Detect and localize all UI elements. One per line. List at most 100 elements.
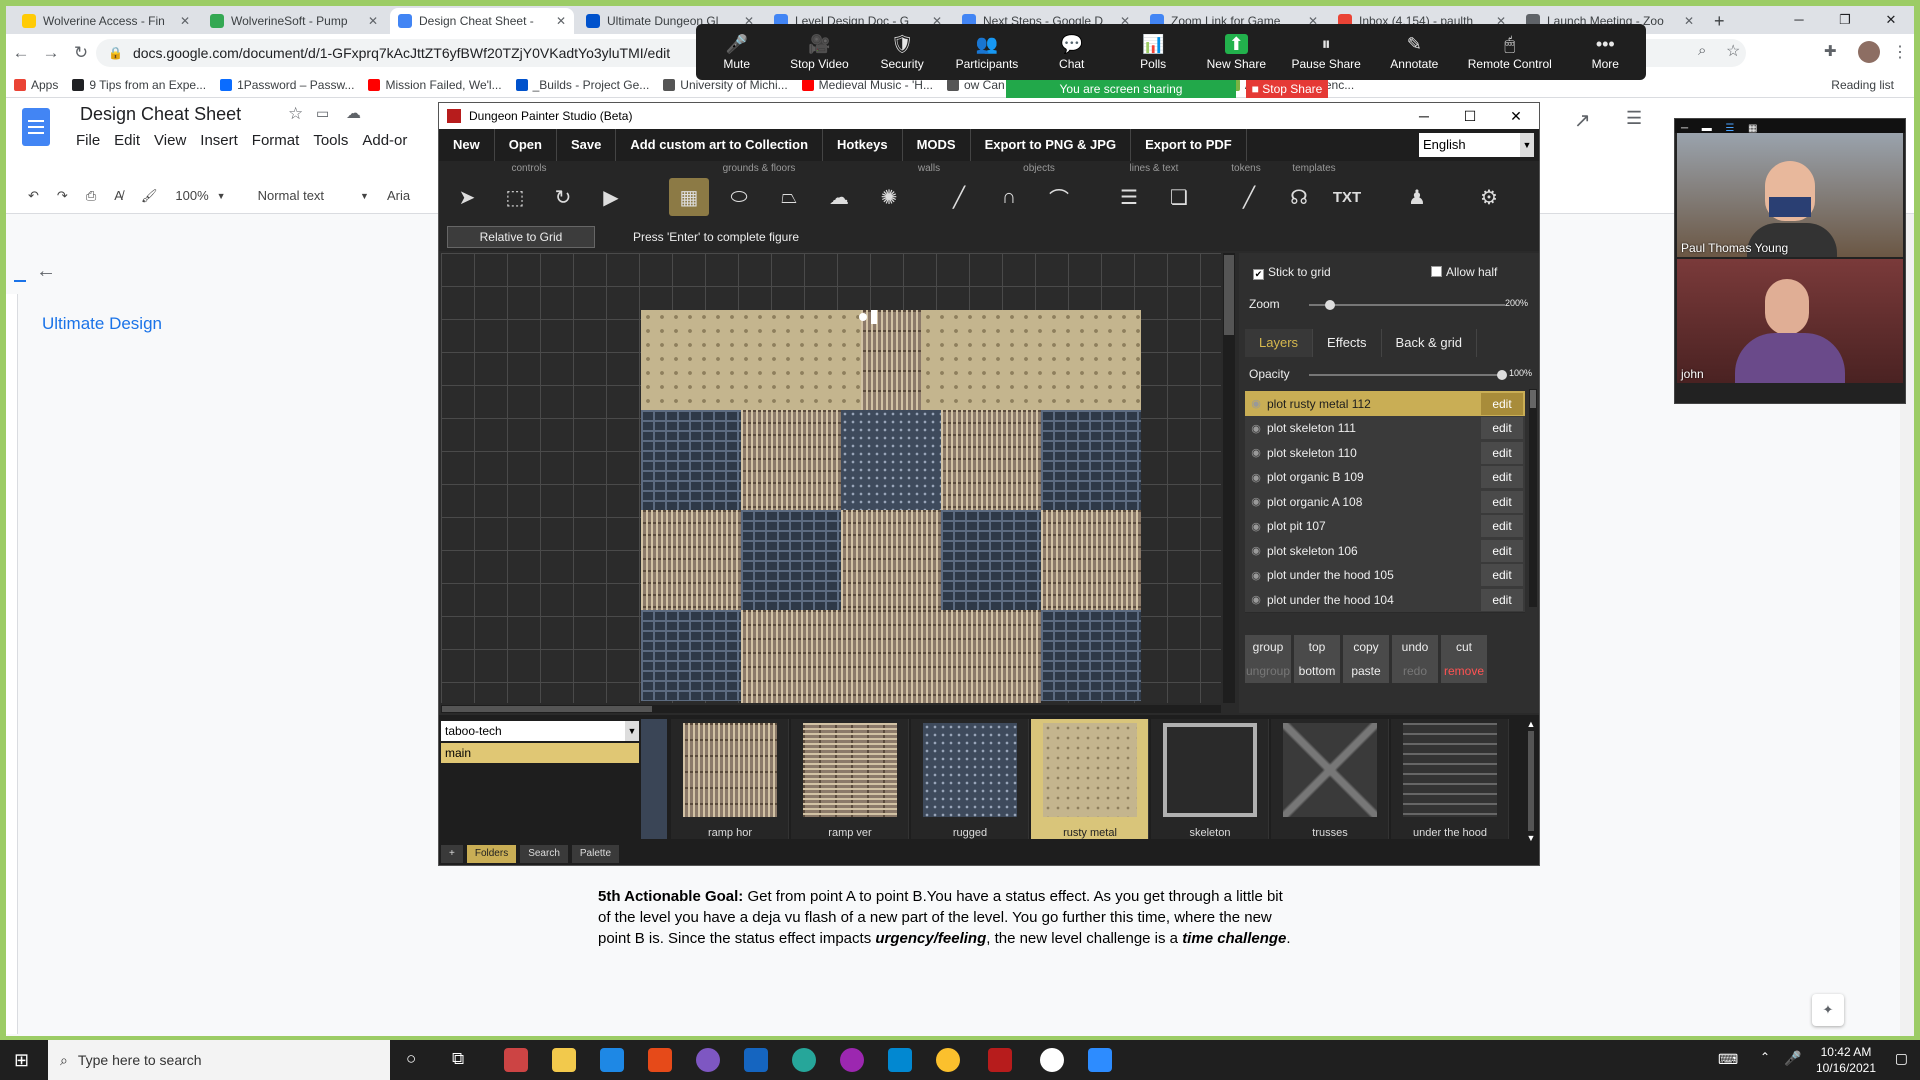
zoom-remote-control-button[interactable]: 🖱 Remote Control [1468,34,1552,71]
library-tab-folders[interactable]: Folders [466,845,517,863]
library-tab-search[interactable]: Search [520,845,568,863]
stop-share-button[interactable]: ■ Stop Share [1246,80,1328,98]
outline-heading[interactable]: Ultimate Design [42,314,162,334]
stack-object-tool-icon[interactable]: ❏ [1159,178,1199,216]
zoom-participants-button[interactable]: 👥 Participants [956,34,1019,71]
docs-menu-insert[interactable]: Insert [200,132,238,149]
docs-menu-file[interactable]: File [76,132,100,149]
straight-wall-tool-icon[interactable]: ╱ [939,178,979,216]
vscode-icon[interactable] [888,1048,912,1072]
rotate-tool-icon[interactable]: ↻ [543,178,583,216]
opacity-slider-knob[interactable] [1497,370,1507,380]
extension-icon[interactable]: ✚ [1824,42,1837,60]
dp-menu-mods[interactable]: MODS [903,129,971,161]
minimize-icon[interactable]: ─ [1776,6,1822,34]
document-title[interactable]: Design Cheat Sheet [80,104,241,125]
zoom-app-icon[interactable] [1088,1048,1112,1072]
scroll-up-icon[interactable]: ▲ [1525,719,1537,729]
reload-icon[interactable]: ↻ [66,43,96,63]
activity-trend-icon[interactable]: ↗ [1574,108,1591,133]
profile-avatar[interactable] [1858,41,1880,63]
folder-item-main[interactable]: main [441,743,639,763]
eye-icon[interactable]: ◉ [1245,593,1267,606]
back-icon[interactable]: ← [6,43,36,63]
star-icon[interactable]: ☆ [1726,41,1740,61]
redo-button[interactable]: redo [1392,659,1438,683]
template-tool-icon[interactable]: ⚙ [1469,178,1509,216]
collection-select[interactable]: taboo-tech ▼ [441,721,639,741]
move-folder-icon[interactable]: ▭ [316,105,329,122]
library-scrollbar[interactable]: ▲ ▼ [1525,719,1537,857]
clock[interactable]: 10:42 AM 10/16/2021 [1816,1044,1876,1076]
docs-logo-icon[interactable] [22,108,50,146]
ungroup-button[interactable]: ungroup [1245,659,1291,683]
close-tab-icon[interactable]: ✕ [180,14,190,28]
zoom-security-button[interactable]: 🛡 Security [874,34,930,71]
dungeon-painter-taskbar-icon[interactable] [988,1048,1012,1072]
layer-edit-button[interactable]: edit [1481,515,1523,537]
tile-rusty-metal[interactable]: rusty metal [1031,719,1149,839]
file-explorer-icon[interactable] [552,1048,576,1072]
close-tab-icon[interactable]: ✕ [1684,14,1694,28]
organic-floor-tool-icon[interactable]: ✺ [869,178,909,216]
relative-to-grid-button[interactable]: Relative to Grid [447,226,595,248]
new-tab-button[interactable]: + [1706,8,1733,34]
layer-row[interactable]: ◉ plot skeleton 111 edit [1245,415,1525,442]
eye-icon[interactable]: ◉ [1245,544,1267,557]
pointer-tool-icon[interactable]: ➤ [447,178,487,216]
layer-row[interactable]: ◉ plot rusty metal 112 edit [1245,391,1525,417]
print-icon[interactable]: ⎙ [86,188,96,204]
zoom-new-share-button[interactable]: ⬆ New Share [1207,33,1266,71]
eye-icon[interactable]: ◉ [1245,422,1267,435]
mail-icon[interactable] [600,1048,624,1072]
dp-minimize-icon[interactable]: ─ [1401,103,1447,129]
arc-wall-tool-icon[interactable]: ⌒ [1039,178,1079,216]
windows-start-icon[interactable]: ⊞ [14,1050,29,1071]
docs-menu-format[interactable]: Format [252,132,300,149]
word-icon[interactable] [744,1048,768,1072]
tile-under-the-hood[interactable]: under the hood [1391,719,1509,839]
zoom-lens-icon[interactable]: ⌕ [1698,42,1706,59]
eye-icon[interactable]: ◉ [1245,397,1267,410]
dp-close-icon[interactable]: ✕ [1493,103,1539,129]
zoom-annotate-button[interactable]: ✎ Annotate [1386,34,1442,71]
edge-icon[interactable] [792,1048,816,1072]
unreal-icon[interactable] [1040,1048,1064,1072]
canvas-horizontal-scrollbar[interactable] [441,705,1221,713]
layer-row[interactable]: ◉ plot organic A 108 edit [1245,489,1525,515]
zoom-mute-button[interactable]: 🎤 Mute [709,34,765,71]
zoom-pause-share-button[interactable]: ⏸ Pause Share [1291,34,1360,71]
task-view-icon[interactable]: ⧉ [452,1049,464,1069]
cave-floor-tool-icon[interactable]: ☁ [819,178,859,216]
library-tab-palette[interactable]: Palette [571,845,620,863]
panel-tab-effects[interactable]: Effects [1313,329,1382,357]
barrel-object-tool-icon[interactable]: ☰ [1109,178,1149,216]
layer-row[interactable]: ◉ plot under the hood 105 edit [1245,562,1525,589]
move-tool-icon[interactable]: ▶ [591,178,631,216]
marquee-tool-icon[interactable]: ⬚ [495,178,535,216]
docs-menu-edit[interactable]: Edit [114,132,140,149]
forward-icon[interactable]: → [36,43,66,63]
tile-ramp-ver[interactable]: ramp ver [791,719,909,839]
dp-maximize-icon[interactable]: ☐ [1447,103,1493,129]
comments-icon[interactable]: ☰ [1626,108,1642,129]
docs-menu-view[interactable]: View [154,132,186,149]
top-button[interactable]: top [1294,635,1340,659]
dp-menu-hotkeys[interactable]: Hotkeys [823,129,903,161]
store-icon[interactable] [504,1048,528,1072]
eye-icon[interactable]: ◉ [1245,446,1267,459]
panel-tab-back-grid[interactable]: Back & grid [1382,329,1478,357]
microphone-icon[interactable]: 🎤 [1784,1050,1801,1067]
layer-edit-button[interactable]: edit [1481,417,1523,439]
undo-button[interactable]: undo [1392,635,1438,659]
bottom-button[interactable]: bottom [1294,659,1340,683]
star-document-icon[interactable]: ☆ [288,104,303,124]
discord-icon[interactable] [696,1048,720,1072]
panel-tab-layers[interactable]: Layers [1245,329,1314,357]
style-select[interactable]: Normal text [258,188,324,203]
zoom-polls-button[interactable]: 📊 Polls [1125,34,1181,71]
zoom-stop-video-button[interactable]: 🎥 Stop Video [790,34,849,71]
map-canvas[interactable] [441,253,1221,703]
dp-menu-add-custom-art-to-collection[interactable]: Add custom art to Collection [616,129,824,161]
bookmark-item[interactable]: Apps [14,78,58,92]
